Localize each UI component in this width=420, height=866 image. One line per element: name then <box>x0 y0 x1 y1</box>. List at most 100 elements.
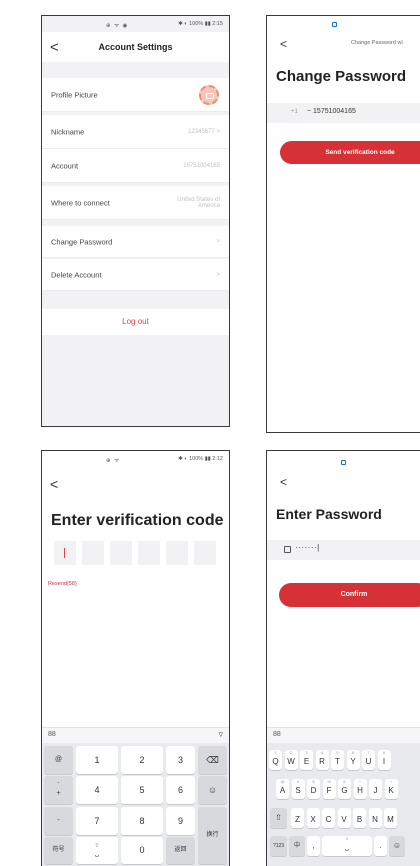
key-b[interactable]: B <box>353 808 366 828</box>
keyboard-grid-icon[interactable]: 88 <box>273 731 281 738</box>
key-label: E <box>303 757 310 766</box>
key-label: U <box>365 757 372 766</box>
key-sub-label: 6 <box>351 750 355 755</box>
row-label: Profile Picture <box>51 90 98 99</box>
code-digit-2[interactable] <box>82 541 104 565</box>
password-input[interactable]: ·······| <box>295 543 320 552</box>
key-sub-label: % <box>327 779 331 784</box>
period-key[interactable]: . <box>374 836 387 856</box>
emoji-icon[interactable]: ☺ <box>389 836 405 856</box>
key-2[interactable]: 2 <box>121 746 163 774</box>
minus-key[interactable]: - <box>44 807 73 835</box>
space-sub-label: 0 <box>345 836 349 841</box>
key-m[interactable]: M <box>384 808 397 828</box>
key-r[interactable]: 4R <box>315 750 329 770</box>
code-digit-6[interactable] <box>194 541 216 565</box>
enter-key[interactable]: 换行 <box>198 807 227 864</box>
shift-icon[interactable]: ⇧ <box>270 808 287 828</box>
key-y[interactable]: 6Y <box>346 750 360 770</box>
key-z[interactable]: Z <box>291 808 304 828</box>
key-a[interactable]: @ A <box>276 779 289 799</box>
emoji-icon[interactable]: ☺ <box>198 776 227 804</box>
key-sub-label: - <box>374 779 377 784</box>
password-field[interactable]: ·······| <box>267 540 420 560</box>
dot-plus-key[interactable]: . + <box>44 776 73 804</box>
key-label: B <box>356 815 363 824</box>
key-4[interactable]: 4 <box>76 776 118 804</box>
key-0[interactable]: 0 <box>121 837 163 864</box>
keyboard-hide-icon[interactable]: ▿ <box>218 729 223 740</box>
country-code[interactable]: +1 <box>291 109 298 115</box>
account-settings-screen: ⊕ ᯤ ◉ ✱ ◐ 100% ▮▮ 2:15 < Account Setting… <box>41 15 230 427</box>
key-7[interactable]: 7 <box>76 807 118 835</box>
key-h[interactable]: * H <box>353 779 367 799</box>
key-8[interactable]: 8 <box>121 807 163 835</box>
numbers-switch-key[interactable]: ?123 <box>270 836 287 856</box>
code-digit-4[interactable] <box>138 541 160 565</box>
back-icon[interactable]: < <box>280 38 287 50</box>
key-i[interactable]: 8I <box>377 750 391 770</box>
profile-picture-row[interactable]: Profile Picture <box>42 78 229 112</box>
top-title: Change Password wi <box>351 40 403 46</box>
key-e[interactable]: 3E <box>300 750 313 770</box>
return-key[interactable]: 返回 <box>166 837 195 864</box>
key-j[interactable]: -J <box>369 779 382 799</box>
key-1[interactable]: 1 <box>76 746 118 774</box>
key-s[interactable]: # S <box>291 779 305 799</box>
key-label: M <box>387 815 394 824</box>
status-bar: ⊕ ᯤ ◉ ✱ ◐ 100% ▮▮ 2:15 <box>42 16 229 32</box>
where-to-connect-row[interactable]: Where to connect United States of Americ… <box>42 186 229 220</box>
header: < Account Settings <box>42 32 229 62</box>
key-sub-label: 4 <box>320 750 324 755</box>
key-9[interactable]: 9 <box>166 807 195 835</box>
logout-button[interactable]: Log out <box>42 309 229 335</box>
back-icon[interactable]: < <box>280 476 287 488</box>
key-g[interactable]: & G <box>338 779 351 799</box>
key-sub-label: 3 <box>305 750 308 755</box>
back-icon[interactable]: < <box>50 477 58 491</box>
phone-field[interactable]: +1 ~ 15751004165 <box>267 103 420 123</box>
key-c[interactable]: C <box>322 808 335 828</box>
key-sub-label: 2 <box>289 750 293 755</box>
confirm-button[interactable]: Confirm <box>279 583 420 607</box>
key-v[interactable]: V <box>337 808 351 828</box>
key-6[interactable]: 6 <box>166 776 195 804</box>
key-q[interactable]: 1Q <box>269 750 282 770</box>
key-f[interactable]: % F <box>322 779 336 799</box>
nickname-row[interactable]: Nickname 12345677 > <box>42 115 229 149</box>
row-value: United States of America <box>177 196 220 209</box>
account-row[interactable]: Account 15751004165 <box>42 149 229 183</box>
key-5[interactable]: 5 <box>121 776 163 804</box>
symbols-key[interactable]: 符号 <box>44 837 73 864</box>
key-label: W <box>287 757 295 766</box>
key-sub-label: & <box>343 779 346 784</box>
key-sub-label: 1 <box>274 750 277 755</box>
keyboard-grid-icon[interactable]: 88 <box>48 731 56 738</box>
avatar[interactable] <box>199 85 219 105</box>
code-digit-5[interactable] <box>166 541 188 565</box>
code-digit-1[interactable] <box>54 541 76 565</box>
key-sub-label: @ <box>280 779 285 784</box>
key-w[interactable]: 2W <box>284 750 298 770</box>
key-k[interactable]: + K <box>384 779 398 799</box>
page-title: Account Settings <box>98 42 173 52</box>
key-3[interactable]: 3 <box>166 746 195 774</box>
space-key[interactable]: 0 ⎵ <box>322 836 372 856</box>
change-password-row[interactable]: Change Password > <box>42 226 229 258</box>
key-u[interactable]: 7U <box>362 750 375 770</box>
resend-link[interactable]: Resend(58) <box>48 581 77 587</box>
comma-key[interactable]: , <box>307 836 320 856</box>
key-x[interactable]: X <box>306 808 320 828</box>
delete-account-row[interactable]: Delete Account > <box>42 259 229 291</box>
at-key[interactable]: @ <box>44 746 73 774</box>
key-sub-label: # <box>296 779 300 784</box>
key-d[interactable]: $ D <box>307 779 320 799</box>
language-switch-key[interactable]: 中 <box>289 836 305 856</box>
space-key[interactable]: 0 ⎵ <box>76 837 118 864</box>
code-digit-3[interactable] <box>110 541 132 565</box>
key-t[interactable]: 5T <box>331 750 344 770</box>
send-verification-code-button[interactable]: Send verification code <box>280 141 420 164</box>
key-sub-label: * <box>359 779 361 784</box>
key-n[interactable]: N <box>368 808 382 828</box>
backspace-icon[interactable]: ⌫ <box>198 746 227 774</box>
